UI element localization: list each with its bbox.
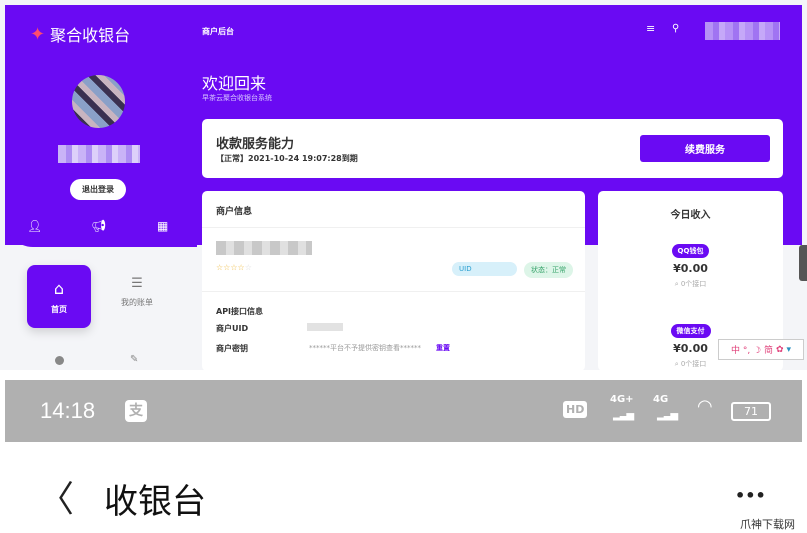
- service-card: 收款服务能力 【正常】2021-10-24 19:07:28到期 续费服务: [202, 119, 783, 178]
- nav-item-bills[interactable]: ☰ 我的账单: [113, 276, 161, 308]
- avatar: [72, 75, 125, 128]
- page-title: 收银台: [104, 482, 206, 522]
- ime-text: 中 °, ☽ 简: [730, 346, 773, 356]
- battery-icon: 71: [731, 402, 771, 421]
- nav-item-home[interactable]: ⌂ 首页: [27, 265, 91, 328]
- merchant-title: 商户信息: [216, 207, 253, 217]
- search-icon[interactable]: ⚲: [672, 23, 679, 34]
- renew-button[interactable]: 续费服务: [640, 135, 770, 162]
- welcome-subtitle: 早茶云聚合收银台系统: [202, 94, 272, 102]
- qr-grid-icon[interactable]: ▦: [157, 219, 168, 233]
- star-logo-icon: ✦: [30, 23, 46, 45]
- user-icon[interactable]: 👤︎: [27, 219, 42, 233]
- service-title: 收款服务能力: [216, 137, 295, 152]
- nav-label: 我的账单: [121, 298, 153, 307]
- rating-stars-icon: ☆☆☆☆☆: [216, 263, 252, 272]
- merchant-card: 商户信息 ☆☆☆☆☆ UID 状态：正常 API接口信息 商户UID 商户密钥 …: [202, 191, 585, 370]
- hd-icon: HD: [563, 401, 588, 418]
- partial-nav-icon[interactable]: [55, 356, 64, 365]
- income-item-qq: QQ钱包 ¥0.00 ⌕ 0个接口: [598, 244, 783, 289]
- shirt-icon: ▾: [786, 344, 792, 355]
- key-value: ******平台不予提供密钥查看******: [309, 344, 421, 352]
- merchant-name: [216, 241, 312, 255]
- payment-tag: 微信支付: [670, 324, 711, 338]
- home-icon: ⌂: [53, 278, 65, 298]
- more-options-icon[interactable]: •••: [735, 486, 766, 505]
- network-4g: 4G: [653, 394, 669, 405]
- gear-icon: ✿: [775, 344, 784, 355]
- divider: [202, 227, 585, 228]
- key-row-label: 商户密钥: [216, 344, 248, 353]
- signal-icon: ▂▃▅: [657, 410, 678, 421]
- reset-key-link[interactable]: 重置: [436, 343, 450, 353]
- uid-badge: UID: [452, 262, 517, 276]
- service-expiry: 【正常】2021-10-24 19:07:28到期: [216, 154, 358, 163]
- income-amount: ¥0.00: [673, 262, 708, 275]
- status-badge: 状态：正常: [524, 262, 573, 278]
- ime-toolbar[interactable]: 中 °, ☽ 简 ✿ ▾: [718, 339, 804, 360]
- user-name: [58, 145, 140, 163]
- watermark: 爪神下载网: [740, 518, 795, 531]
- menu-icon[interactable]: ≡: [646, 22, 655, 35]
- side-scroll-tab[interactable]: [799, 245, 807, 281]
- welcome-title: 欢迎回来: [202, 74, 267, 93]
- brand-name: 聚合收银台: [50, 26, 131, 45]
- payment-tag: QQ钱包: [671, 244, 710, 258]
- divider: [202, 291, 585, 292]
- user-menu[interactable]: [705, 22, 780, 40]
- section-title: 商户后台: [202, 27, 234, 36]
- logout-button[interactable]: 退出登录: [70, 179, 126, 200]
- uid-label: UID: [459, 265, 472, 273]
- interface-count: 0个接口: [680, 280, 707, 288]
- api-title: API接口信息: [216, 307, 264, 316]
- back-icon[interactable]: 〈: [38, 470, 74, 522]
- income-title: 今日收入: [670, 210, 711, 221]
- interface-count: 0个接口: [680, 360, 707, 368]
- list-check-icon: ☰: [131, 276, 143, 291]
- phone-status-bar: 14:18 支 HD 4G+ ▂▃▅ 4G ▂▃▅ ◠ 71: [5, 380, 802, 442]
- pen-icon[interactable]: ✎: [130, 354, 138, 365]
- nav-label: 首页: [51, 304, 67, 314]
- megaphone-icon[interactable]: 📢︎: [91, 219, 106, 233]
- signal-icon: ▂▃▅: [613, 410, 634, 421]
- network-4g-plus: 4G+: [610, 394, 634, 405]
- uid-value: [307, 323, 343, 331]
- status-time: 14:18: [40, 398, 96, 423]
- income-amount: ¥0.00: [673, 342, 708, 355]
- web-page: ✦ 聚合收银台 商户后台 ≡ ⚲ 退出登录 👤︎ 📢︎ ▦ ⌂ 首页 ☰ 我的账…: [0, 0, 807, 370]
- uid-row-label: 商户UID: [216, 324, 249, 333]
- brand-logo[interactable]: ✦ 聚合收银台: [30, 22, 130, 46]
- wifi-icon: ◠: [697, 396, 713, 417]
- alipay-icon: 支: [125, 400, 147, 422]
